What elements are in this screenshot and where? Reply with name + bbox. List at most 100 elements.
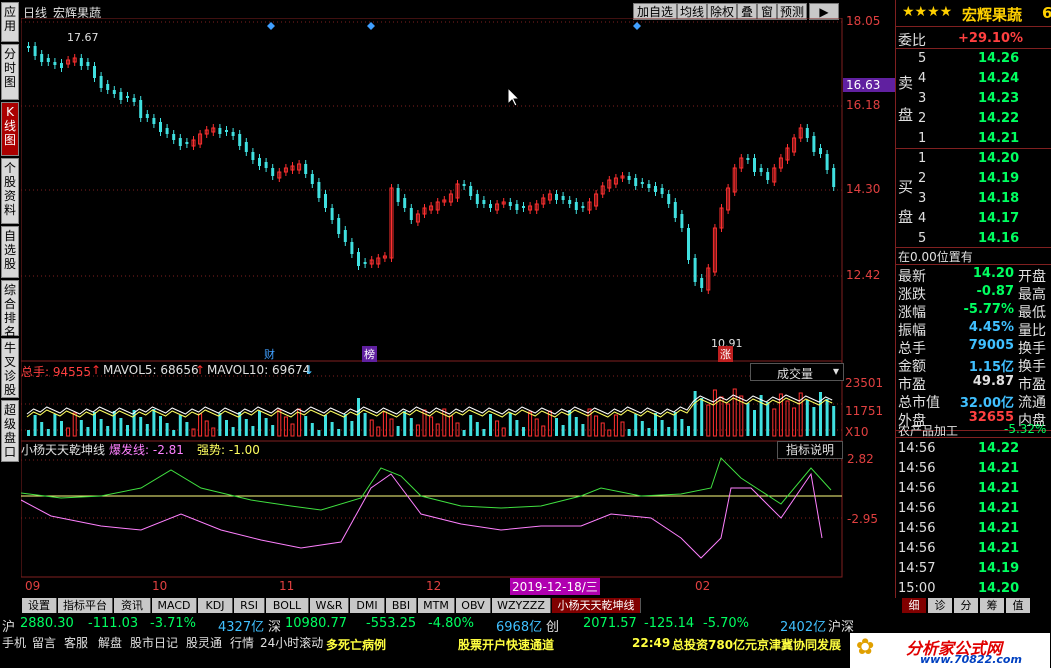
sidebar-item-2[interactable]: K线图 [1, 102, 19, 156]
bid-price[interactable]: 14.20 [978, 151, 1019, 166]
volume-bar-down [225, 420, 228, 436]
news-button-5[interactable]: 股灵通 [186, 635, 222, 652]
volume-tick: 11751 [845, 404, 884, 418]
volume-bar-down [363, 413, 367, 436]
volume-bar-down [33, 415, 37, 436]
candle-down [218, 128, 222, 134]
burst-line-value: 爆发线: -2.81 [109, 443, 184, 457]
volume-bar-down [99, 419, 103, 436]
indicator-tab-10[interactable]: MTM [418, 598, 455, 613]
news-button-4[interactable]: 股市日记 [130, 635, 178, 652]
indicator-tab-9[interactable]: BBI [386, 598, 417, 613]
panel-tab-3[interactable]: 筹 [980, 598, 1004, 613]
candle-down [812, 136, 816, 152]
volume-bar-down [330, 422, 334, 436]
stat-right-label: 市盈 [1018, 377, 1046, 393]
bid-level: 2 [918, 171, 927, 186]
volume-bar-down [482, 429, 486, 436]
indicator-tab-2[interactable]: 资讯 [114, 598, 151, 613]
volume-bar-down [627, 429, 631, 436]
sidebar-item-3[interactable]: 个股资料 [1, 158, 19, 224]
event-marker-limit: 涨 [718, 346, 733, 362]
news-button-3[interactable]: 解盘 [98, 635, 122, 652]
volume-bar-up [204, 420, 209, 437]
news-button-7[interactable]: 24小时滚动 [260, 635, 323, 652]
volume-bar-down [581, 424, 585, 436]
sidebar-item-6[interactable]: 牛叉诊股 [1, 338, 19, 398]
news-button-6[interactable]: 行情 [230, 635, 254, 652]
volume-bar-down [218, 413, 222, 436]
indicator-tab-1[interactable]: 指标平台 [58, 598, 113, 613]
news-time: 22:49 [632, 636, 671, 650]
volume-dropdown[interactable]: 成交量 ▾ [750, 363, 844, 381]
ask-price[interactable]: 14.22 [978, 111, 1019, 126]
volume-bar-down [79, 420, 83, 436]
indicator-tab-5[interactable]: RSI [234, 598, 265, 613]
panel-tab-1[interactable]: 诊 [928, 598, 952, 613]
indicator-tab-3[interactable]: MACD [152, 598, 197, 613]
bid-price[interactable]: 14.17 [978, 211, 1019, 226]
candle-down [86, 62, 90, 66]
bid-price[interactable]: 14.19 [978, 171, 1019, 186]
candle-down [271, 168, 275, 176]
headline-3[interactable]: 总投资780亿元京津冀协同发展 [672, 636, 847, 653]
volume-bar-down [350, 421, 354, 436]
indicator-help-button[interactable]: 指标说明 [777, 441, 843, 459]
ask-price[interactable]: 14.24 [978, 71, 1019, 86]
indicator-tab-11[interactable]: OBV [456, 598, 491, 613]
bid-price[interactable]: 14.16 [978, 231, 1019, 246]
ask-price[interactable]: 14.23 [978, 91, 1019, 106]
indicator-tab-6[interactable]: BOLL [266, 598, 309, 613]
candle-down [343, 230, 347, 242]
cy-value: 2071.57 [583, 616, 637, 631]
news-button-0[interactable]: 手机 [2, 635, 26, 652]
kline-chart[interactable] [21, 18, 843, 598]
candle-down [244, 142, 248, 152]
volume-bar-down [139, 417, 143, 436]
bid-price[interactable]: 14.18 [978, 191, 1019, 206]
ask-price[interactable]: 14.26 [978, 51, 1019, 66]
x-label: 09 [25, 579, 41, 593]
ask-price[interactable]: 14.21 [978, 131, 1019, 146]
volume-bar-down [343, 414, 347, 436]
volume-bar-down [324, 415, 327, 436]
candle-down [119, 92, 123, 100]
candle-down [310, 174, 314, 184]
sz-pct: -4.80% [428, 616, 474, 631]
indicator-tab-7[interactable]: W&R [310, 598, 349, 613]
headline-1[interactable]: 多死亡病例 [326, 636, 386, 653]
headline-2[interactable]: 股票开户快速通道 [458, 636, 554, 653]
volume-bar-down [258, 411, 261, 436]
sidebar-item-4[interactable]: 自选股 [1, 226, 19, 278]
panel-tab-2[interactable]: 分 [954, 598, 978, 613]
indicator-tab-12[interactable]: WZYZZZ [492, 598, 551, 613]
volume-bar-down [126, 425, 129, 436]
indicator-tab-0[interactable]: 设置 [22, 598, 57, 613]
sidebar-item-7[interactable]: 超级盘口 [1, 400, 19, 462]
volume-bar-down [673, 412, 677, 436]
cy-change: -125.14 [644, 616, 695, 631]
indicator-tick: 2.82 [847, 452, 874, 466]
volume-bar-down [489, 414, 492, 436]
sidebar-item-0[interactable]: 应用 [1, 2, 19, 42]
panel-tab-4[interactable]: 值 [1006, 598, 1030, 613]
tick-price: 14.21 [978, 501, 1020, 516]
sidebar-item-1[interactable]: 分时图 [1, 44, 19, 100]
volume-bar-down [159, 416, 162, 436]
candle-down [753, 158, 756, 172]
candle-down [574, 202, 578, 210]
news-button-2[interactable]: 客服 [64, 635, 88, 652]
panel-tab-0[interactable]: 细 [902, 598, 926, 613]
indicator-tab-13[interactable]: 小杨天天乾坤线 [552, 598, 641, 613]
news-button-1[interactable]: 留言 [32, 635, 56, 652]
indicator-tab-8[interactable]: DMI [350, 598, 385, 613]
candle-down [330, 208, 334, 220]
volume-bar-down [264, 418, 268, 436]
indicator-tab-4[interactable]: KDJ [198, 598, 233, 613]
volume-bar-up [620, 421, 625, 437]
candle-down [93, 66, 96, 78]
volume-bar-down [693, 391, 697, 436]
volume-bar-up [369, 419, 374, 437]
cursor-date: 2019-12-18/三 [510, 578, 600, 595]
sidebar-item-5[interactable]: 综合排名 [1, 280, 19, 339]
